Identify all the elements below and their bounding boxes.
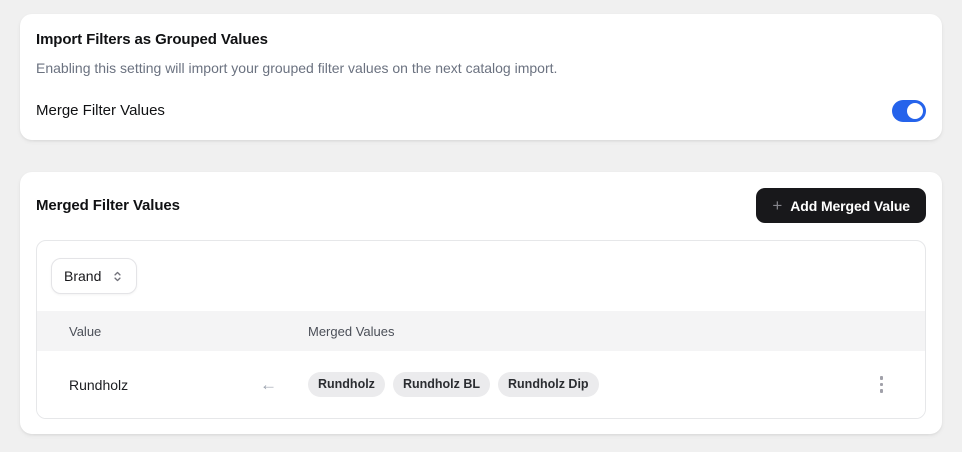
merged-card-header: Merged Filter Values + Add Merged Value [36, 188, 926, 223]
settings-page: Import Filters as Grouped Values Enablin… [0, 0, 962, 452]
merged-card-title: Merged Filter Values [36, 196, 180, 216]
merged-value-chip: Rundholz BL [393, 372, 490, 397]
merged-value-chip: Rundholz [308, 372, 385, 397]
table-row: Rundholz ← Rundholz Rundholz BL Rundholz… [37, 351, 925, 418]
filter-type-select[interactable]: Brand [51, 258, 137, 294]
row-actions-menu-button[interactable] [876, 372, 888, 397]
arrow-left-icon: ← [260, 376, 277, 393]
import-card-description: Enabling this setting will import your g… [36, 58, 926, 78]
merge-filter-values-row: Merge Filter Values [36, 100, 926, 122]
row-value-cell: Rundholz ← [37, 376, 308, 393]
filter-bar: Brand [37, 241, 925, 311]
plus-icon: + [772, 197, 782, 214]
filter-type-select-value: Brand [64, 268, 101, 284]
row-value: Rundholz [69, 377, 128, 393]
merged-values-panel: Brand Value Merged Values Rundholz ← [36, 240, 926, 419]
column-header-merged-values: Merged Values [308, 324, 394, 339]
table-header-row: Value Merged Values [37, 311, 925, 351]
column-header-value: Value [37, 324, 308, 339]
import-card-title: Import Filters as Grouped Values [36, 30, 926, 50]
chevron-up-down-icon [111, 270, 124, 283]
toggle-knob [907, 103, 923, 119]
merged-values-cell: Rundholz Rundholz BL Rundholz Dip [308, 372, 599, 397]
merged-value-chip: Rundholz Dip [498, 372, 599, 397]
kebab-icon [880, 376, 884, 380]
add-merged-value-button[interactable]: + Add Merged Value [756, 188, 926, 223]
import-filters-card: Import Filters as Grouped Values Enablin… [20, 14, 942, 140]
merge-filter-values-label: Merge Filter Values [36, 101, 165, 121]
merge-filter-values-toggle[interactable] [892, 100, 926, 122]
column-header-value-label: Value [69, 324, 101, 339]
add-merged-value-label: Add Merged Value [790, 198, 910, 214]
merged-filter-values-card: Merged Filter Values + Add Merged Value … [20, 172, 942, 434]
